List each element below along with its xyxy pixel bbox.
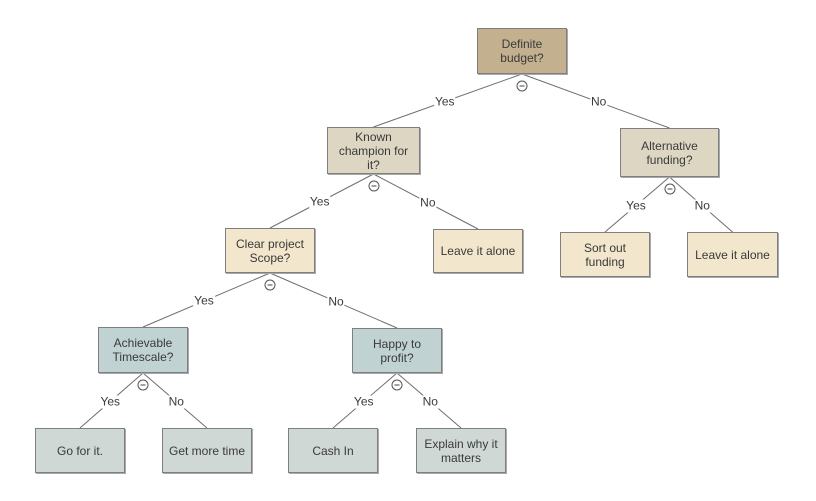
edge-label-yes: Yes	[625, 198, 647, 213]
collapse-minus-icon[interactable]	[391, 379, 403, 391]
node-label: Definite budget?	[500, 37, 544, 65]
collapse-minus-icon[interactable]	[137, 379, 149, 391]
node-label: Sort out funding	[583, 240, 627, 269]
edge-label-no: No	[693, 198, 711, 213]
node-definite-budget[interactable]: Definite budget?	[477, 28, 567, 74]
node-cash-in[interactable]: Cash In	[288, 428, 378, 473]
node-label: Achievable Timescale?	[112, 336, 174, 364]
collapse-minus-icon[interactable]	[264, 279, 276, 291]
edge-label-yes: Yes	[352, 394, 375, 409]
node-sort-out-funding[interactable]: Sort out funding	[560, 232, 650, 277]
node-label: Leave it alone	[695, 247, 770, 262]
decision-tree-canvas: Definite budget? Known champion for it? Al…	[0, 0, 816, 501]
collapse-minus-icon[interactable]	[664, 183, 675, 195]
collapse-minus-icon[interactable]	[516, 80, 528, 92]
edge-label-yes: Yes	[308, 194, 331, 209]
collapse-minus-icon[interactable]	[368, 180, 379, 192]
edge-label-yes: Yes	[193, 293, 215, 308]
node-known-champion[interactable]: Known champion for it?	[327, 127, 420, 174]
node-leave-it-alone-1[interactable]: Leave it alone	[433, 229, 523, 273]
edge-label-no: No	[590, 94, 608, 109]
node-label: Happy to profit?	[372, 336, 422, 365]
node-clear-project-scope[interactable]: Clear project Scope?	[225, 228, 315, 273]
edge-label-no: No	[167, 394, 185, 409]
node-alternative-funding[interactable]: Alternative funding?	[620, 128, 719, 177]
node-label: Get more time	[168, 443, 246, 458]
edge-label-no: No	[421, 394, 439, 409]
node-go-for-it[interactable]: Go for it.	[35, 428, 125, 473]
node-label: Explain why it matters	[424, 436, 498, 465]
node-leave-it-alone-2[interactable]: Leave it alone	[687, 232, 778, 277]
edge-label-no: No	[327, 294, 345, 309]
node-label: Cash In	[312, 443, 354, 458]
node-get-more-time[interactable]: Get more time	[162, 428, 252, 473]
edge-label-yes: Yes	[99, 394, 122, 409]
edge-label-no: No	[419, 195, 437, 210]
edge-label-yes: Yes	[433, 94, 456, 109]
node-happy-to-profit[interactable]: Happy to profit?	[352, 328, 442, 373]
node-achievable-timescale[interactable]: Achievable Timescale?	[98, 327, 188, 373]
node-label: Go for it.	[56, 443, 103, 458]
node-label: Clear project Scope?	[235, 236, 305, 265]
node-label: Known champion for it?	[338, 129, 409, 172]
node-label: Alternative funding?	[641, 138, 698, 167]
node-explain-why-it-matters[interactable]: Explain why it matters	[416, 428, 506, 473]
node-label: Leave it alone	[440, 244, 516, 258]
